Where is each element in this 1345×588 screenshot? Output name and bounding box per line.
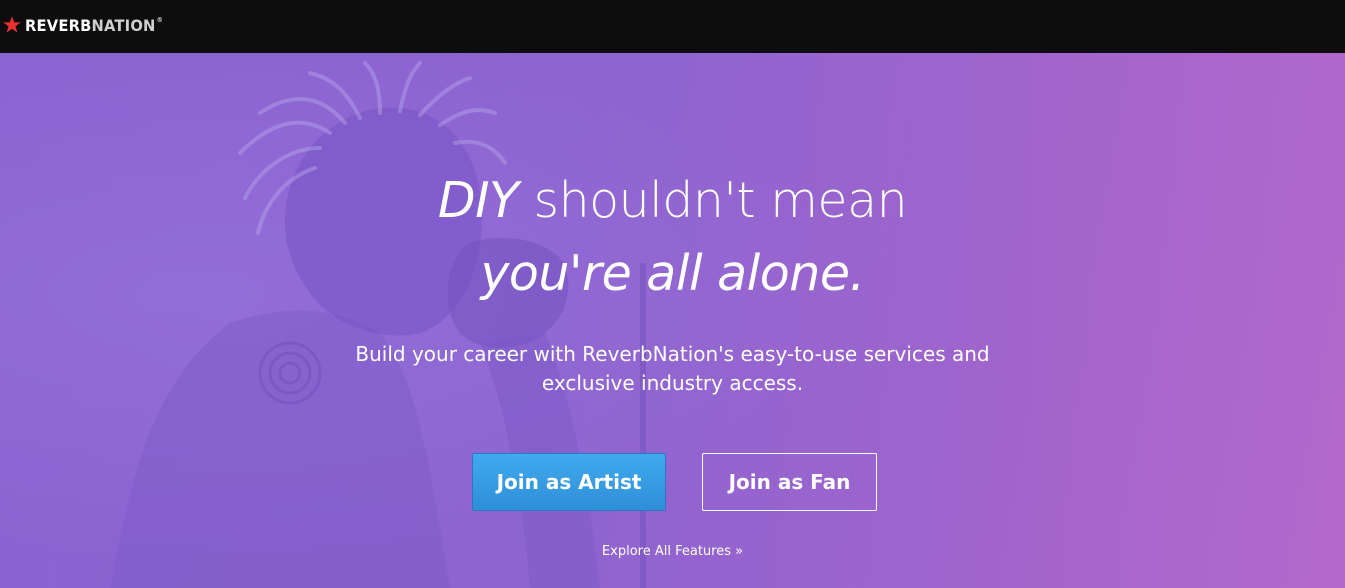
join-as-fan-button[interactable]: Join as Fan [702,453,877,511]
reverbnation-logo[interactable]: REVERBNATION® [2,13,175,37]
hero-headline-line-1: DIY shouldn't mean [437,172,908,229]
join-as-artist-button[interactable]: Join as Artist [472,453,666,511]
hero-subtext-line-1: Build your career with ReverbNation's ea… [355,342,990,366]
hero-headline-line-2: you're all alone. [480,245,865,302]
performer-photo [0,53,1345,588]
top-navigation-bar: REVERBNATION® [0,0,1345,53]
star-icon [3,16,21,33]
hero-subtext-line-2: exclusive industry access. [541,371,804,395]
hero-section: DIY shouldn't mean you're all alone. Bui… [0,53,1345,588]
explore-all-features-link[interactable]: Explore All Features » [0,544,1345,559]
hero-subtext: Build your career with ReverbNation's ea… [0,340,1345,398]
logo-wordmark: REVERBNATION® [25,15,164,35]
